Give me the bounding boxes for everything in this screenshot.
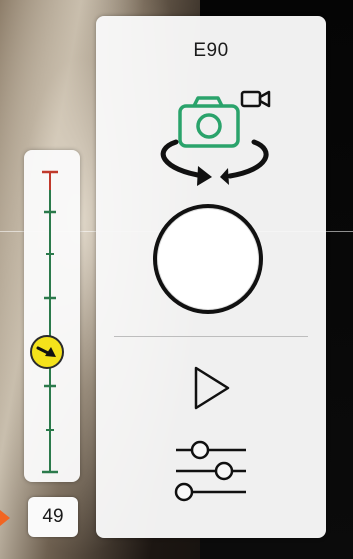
- camera-model-label: E90: [193, 40, 229, 61]
- value-pointer-icon: [0, 510, 10, 526]
- play-icon: [194, 366, 230, 410]
- arrow-right-down-icon: [36, 346, 56, 357]
- playback-button[interactable]: [190, 364, 234, 412]
- camera-control-panel: E90: [96, 16, 326, 538]
- slider-knob[interactable]: [30, 335, 64, 369]
- shutter-button[interactable]: [153, 204, 263, 314]
- video-camera-icon: [240, 90, 271, 108]
- video-mode-button[interactable]: [240, 88, 272, 112]
- slider-track: [42, 170, 58, 474]
- zoom-slider[interactable]: [24, 150, 80, 482]
- panel-divider: [114, 336, 308, 337]
- sliders-icon: [174, 440, 246, 502]
- zoom-value-display: 49: [28, 497, 78, 537]
- settings-button[interactable]: [174, 438, 248, 504]
